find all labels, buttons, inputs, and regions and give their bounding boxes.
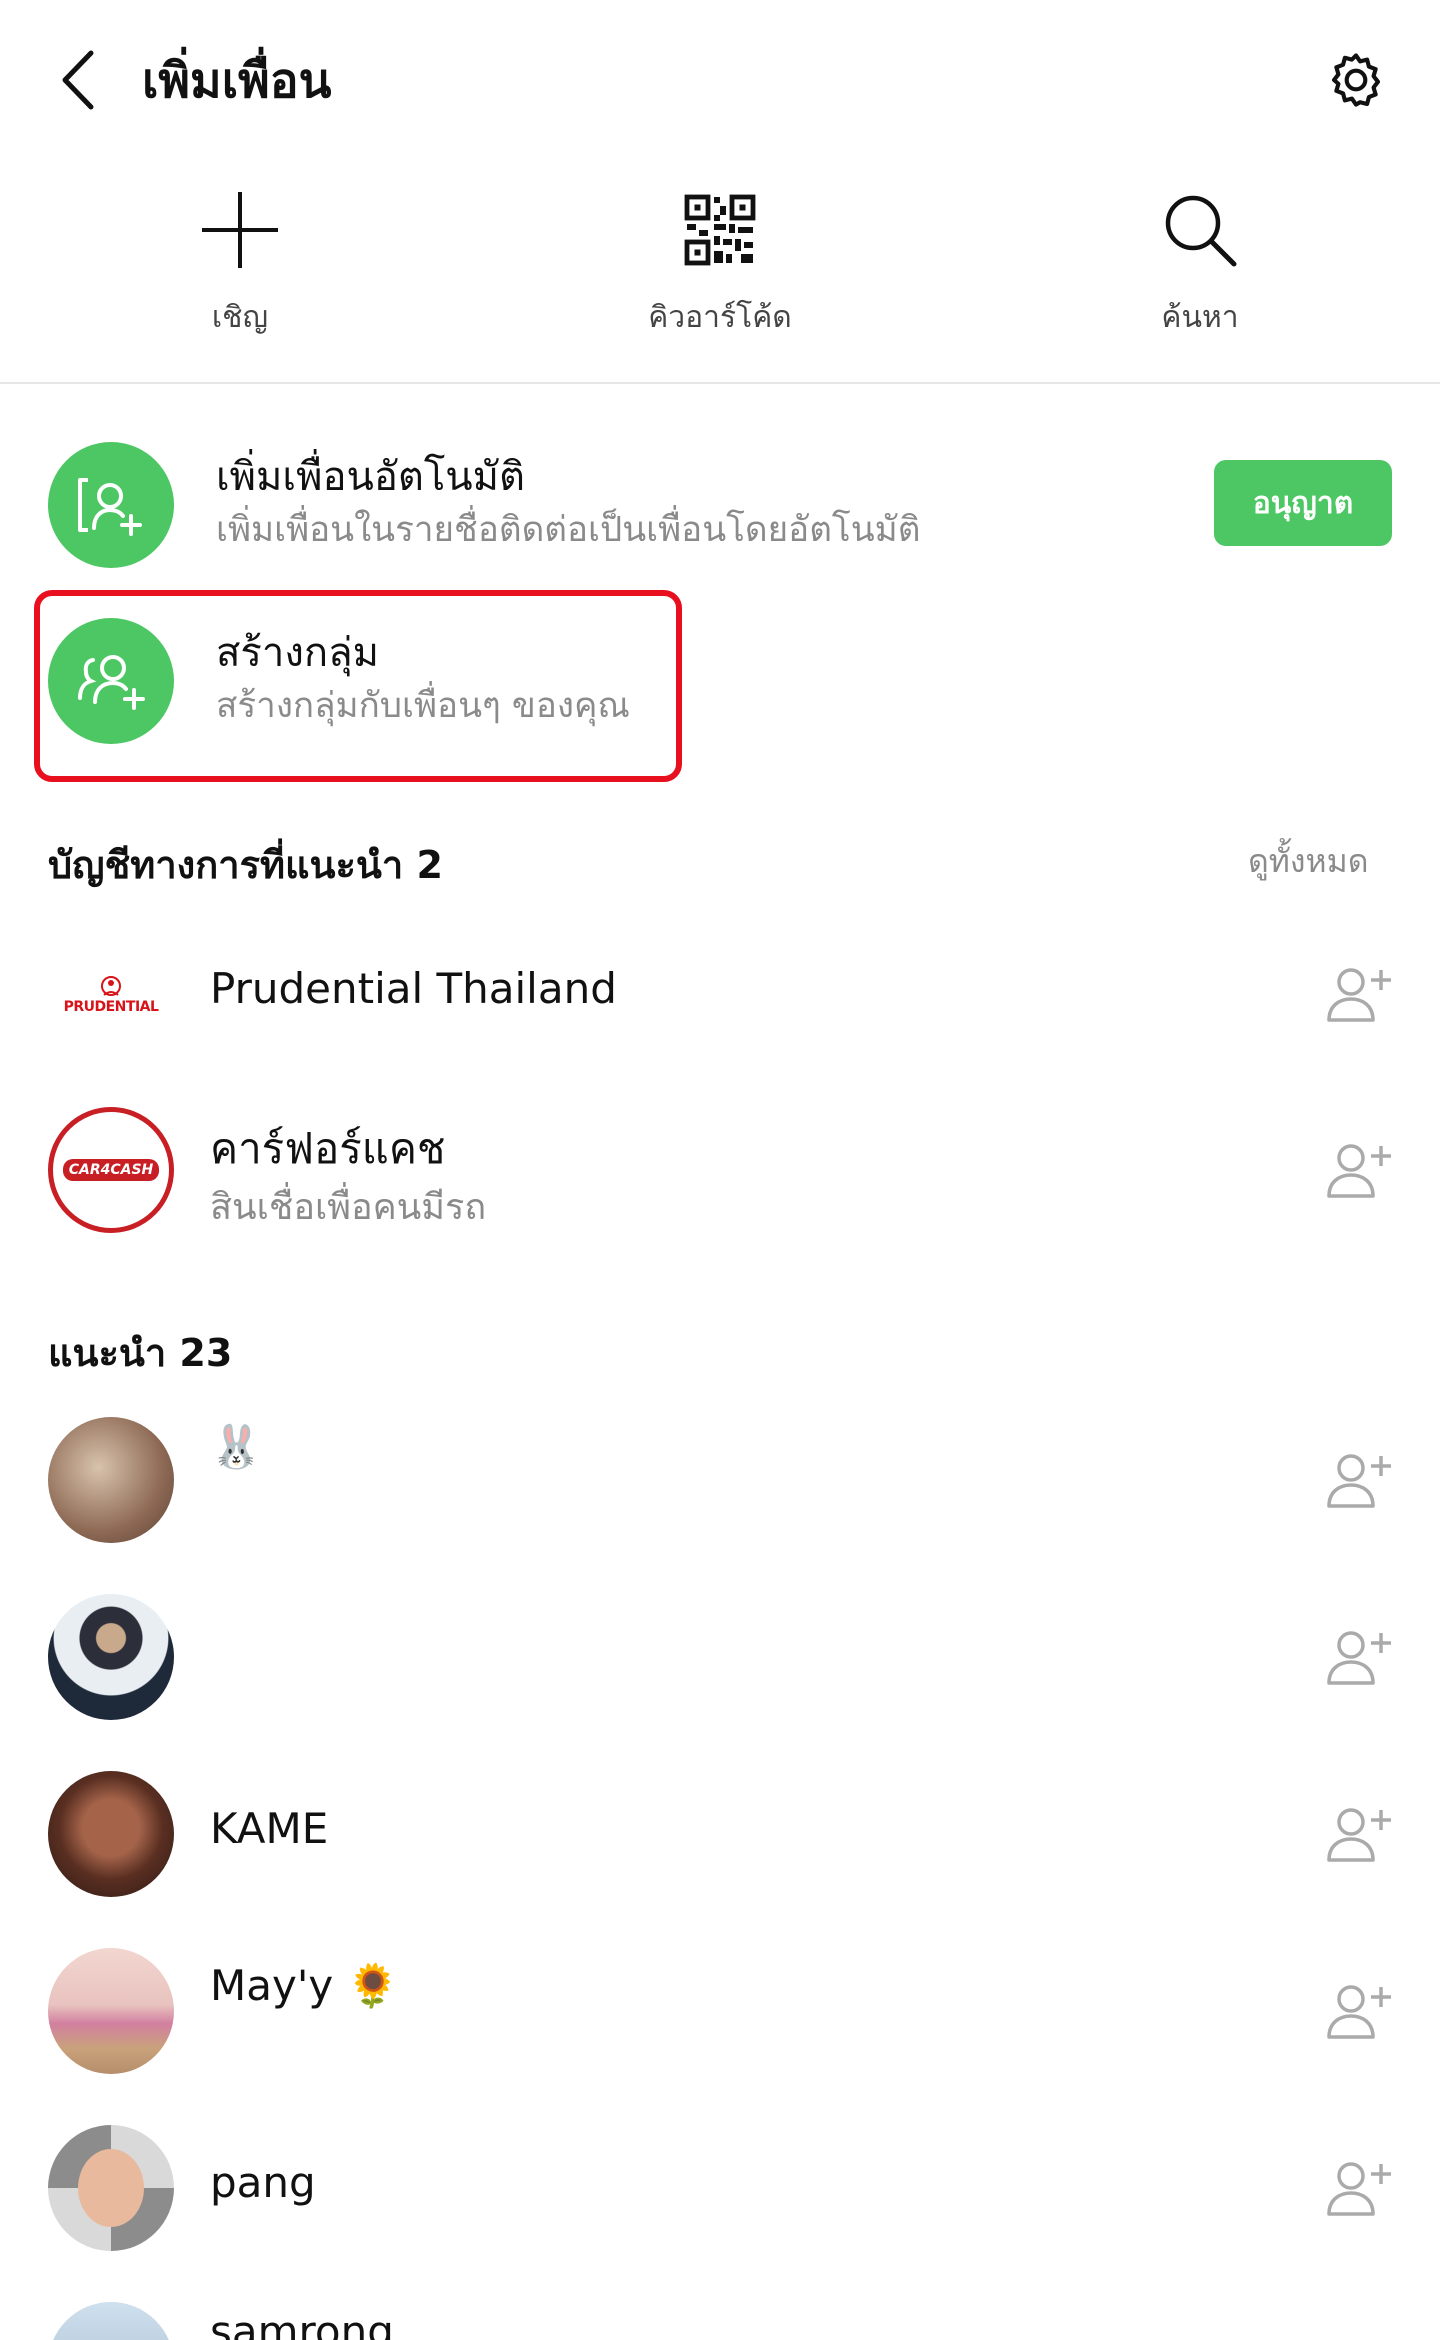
official-accounts-title: บัญชีทางการที่แนะนำ 2 [48,843,443,887]
add-friend-icon [1327,2162,1391,2216]
car4cash-logo: CAR4CASH [48,1107,174,1233]
avatar [48,1417,174,1543]
create-group-row[interactable]: สร้างกลุ่ม สร้างกลุ่มกับเพื่อนๆ ของคุณ [0,596,1440,766]
allow-button[interactable]: อนุญาต [1214,460,1392,546]
prudential-logo-text: PRUDENTIAL [63,999,159,1015]
divider [0,382,1440,384]
add-friend-icon [1327,1808,1391,1862]
gear-icon [1331,53,1381,107]
friend-name: 🐰 [210,1422,263,1471]
add-friend-icon [1327,1144,1391,1198]
see-all-link[interactable]: ดูทั้งหมด [1248,836,1368,887]
add-friend-icon [1327,1985,1391,2039]
avatar [48,2302,174,2340]
auto-add-title: เพิ่มเพื่อนอัตโนมัติ [216,454,525,500]
invite-button[interactable]: เชิญ [90,180,390,350]
create-group-icon [48,618,174,744]
official-account-row[interactable]: PRUDENTIAL Prudential Thailand [0,914,1440,1074]
recommended-row[interactable]: KAME [0,1754,1440,1914]
plus-icon [202,192,278,268]
recommended-row[interactable]: pang [0,2108,1440,2268]
avatar [48,1948,174,2074]
account-name: คาร์ฟอร์แคช [210,1124,446,1173]
qr-code-icon [684,194,756,266]
recommended-title: แนะนำ 23 [48,1331,233,1375]
add-friend-button[interactable] [1318,1440,1398,1520]
recommended-row[interactable]: samrong [0,2285,1440,2340]
recommended-row[interactable]: May'y 🌻 [0,1931,1440,2091]
add-friend-button[interactable] [1318,1617,1398,1697]
official-account-row[interactable]: CAR4CASH คาร์ฟอร์แคช สินเชื่อเพื่อคนมีรถ [0,1090,1440,1250]
recommended-row[interactable]: 🐰 [0,1400,1440,1560]
qr-code-label: คิวอาร์โค้ด [648,300,792,335]
friend-name: KAME [210,1804,329,1853]
friend-name: samrong [210,2307,394,2340]
friend-name: May'y 🌻 [210,1961,399,2010]
avatar [48,1771,174,1897]
qr-code-button[interactable]: คิวอาร์โค้ด [570,180,870,350]
add-friend-button[interactable] [1318,1971,1398,2051]
add-friend-icon [1327,968,1391,1022]
recommended-row[interactable] [0,1577,1440,1737]
page-title: เพิ่มเพื่อน [142,53,332,109]
account-name: Prudential Thailand [210,964,617,1013]
car4cash-logo-text: CAR4CASH [62,1159,160,1181]
add-friend-button[interactable] [1318,2148,1398,2228]
add-friend-icon [1327,1631,1391,1685]
add-friend-icon [1327,1454,1391,1508]
create-group-title: สร้างกลุ่ม [216,630,379,676]
avatar [48,2125,174,2251]
create-group-subtitle: สร้างกลุ่มกับเพื่อนๆ ของคุณ [216,686,630,726]
auto-add-subtitle: เพิ่มเพื่อนในรายชื่อติดต่อเป็นเพื่อนโดยอ… [216,510,921,550]
search-button[interactable]: ค้นหา [1050,180,1350,350]
account-subtitle: สินเชื่อเพื่อคนมีรถ [210,1187,487,1228]
chevron-left-icon [62,50,94,110]
invite-label: เชิญ [211,300,269,335]
search-label: ค้นหา [1161,300,1239,335]
auto-add-friends-icon [48,442,174,568]
avatar [48,1594,174,1720]
friend-name: pang [210,2158,316,2207]
add-friend-button[interactable] [1318,1794,1398,1874]
prudential-logo: PRUDENTIAL [48,931,174,1057]
add-friend-button[interactable] [1318,1130,1398,1210]
search-icon [1165,195,1237,267]
back-button[interactable] [44,40,114,120]
add-friend-button[interactable] [1318,954,1398,1034]
settings-button[interactable] [1318,42,1394,118]
